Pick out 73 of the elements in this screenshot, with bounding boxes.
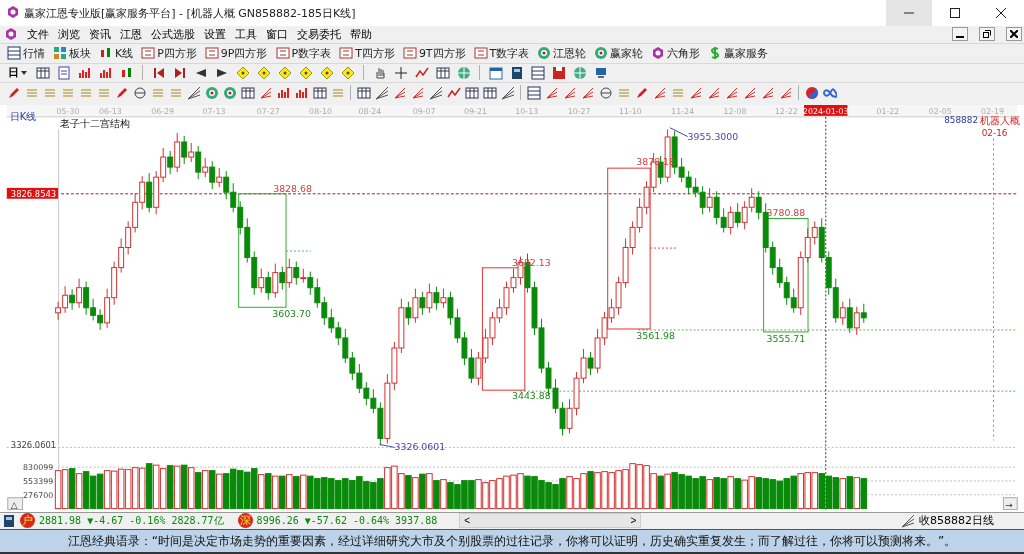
menu-item[interactable]: 工具 <box>235 26 257 42</box>
price-tag: 3826.8543 <box>6 187 59 199</box>
toolbar-button[interactable]: 板块 <box>52 45 92 61</box>
price-annotation: 3780.88 <box>766 206 806 218</box>
date-label: 08-24 <box>358 106 382 116</box>
menu-item[interactable]: 帮助 <box>350 26 372 42</box>
scrollbar[interactable]: < > <box>459 513 642 529</box>
stock-code: 858882 <box>944 114 979 125</box>
exchange-badge: 户 <box>20 513 35 529</box>
volume-axis-label: 276700 <box>23 490 54 500</box>
price-annotation: 3326.0601 <box>394 441 446 453</box>
price-annotation: 3828.68 <box>273 182 312 194</box>
date-label: 09-21 <box>464 106 487 116</box>
toolbar-button[interactable]: 赢家轮 <box>593 45 645 61</box>
status-text: 收858882日线 <box>919 513 994 529</box>
price-annotation: 3955.3000 <box>687 130 739 142</box>
menu-item[interactable]: 窗口 <box>266 26 288 42</box>
menu-item[interactable]: 文件 <box>27 26 49 42</box>
date-label: 06-13 <box>98 106 122 116</box>
window-title: 赢家江恩专业版[赢家服务平台] - [机器人概 GN858882-185日K线] <box>24 5 357 21</box>
marker-date: 02-16 <box>981 127 1008 138</box>
toolbar-button[interactable]: 赢家服务 <box>707 45 770 61</box>
scroll-right-button[interactable]: > <box>626 515 641 527</box>
date-label: 08-10 <box>309 106 332 116</box>
exchange-badge: 深 <box>237 513 253 529</box>
period-label: 日K线 <box>9 110 37 122</box>
menu-item[interactable]: 设置 <box>204 26 226 42</box>
y-tick-label: 3826.8543 <box>10 188 57 199</box>
date-label: 02-05 <box>928 106 952 116</box>
menu-item[interactable]: 江恩 <box>120 26 142 42</box>
stock-name: 机器人概 <box>979 114 1020 126</box>
date-label: 01-22 <box>876 106 900 116</box>
period-dropdown[interactable]: 日 <box>6 65 29 81</box>
price-annotation: 3603.70 <box>272 308 311 320</box>
index-quote: 8996.26 ▼-57.62 -0.64% 3937.88 <box>256 515 438 527</box>
menu-item[interactable]: 交易委托 <box>297 26 341 42</box>
price-annotation: 3443.88 <box>512 390 551 402</box>
axis-label: 3326.0601 <box>10 440 57 451</box>
date-label: 11-24 <box>671 106 695 116</box>
toolbar-button[interactable]: 江恩轮 <box>536 45 588 61</box>
date-label: 06-29 <box>151 106 175 116</box>
toolbar-button[interactable]: 9P四方形 <box>203 45 269 61</box>
index-quote: 2881.98 ▼-4.67 -0.16% 2828.77亿 <box>39 513 224 528</box>
toolbar-button[interactable]: T四方形 <box>338 45 396 61</box>
toolbar-button[interactable]: T数字表 <box>472 45 531 61</box>
volume-axis-label: 830099 <box>23 463 54 473</box>
price-annotation: 3561.98 <box>636 329 676 341</box>
date-label: 05-30 <box>56 106 80 116</box>
scroll-button[interactable]: → <box>1002 497 1018 511</box>
date-label: 11-10 <box>618 106 642 116</box>
date-label: 09-07 <box>412 106 436 116</box>
menu-item[interactable]: 公式选股 <box>151 26 195 42</box>
date-label: 07-27 <box>256 106 280 116</box>
menu-item[interactable]: 浏览 <box>58 26 80 42</box>
chart-title: 老子十二宫结构 <box>60 117 131 129</box>
menu-item[interactable]: 资讯 <box>89 26 111 42</box>
toolbar-button[interactable]: 六角形 <box>650 45 702 61</box>
date-label: 02-19 <box>981 106 1004 116</box>
toolbar-button[interactable]: P数字表 <box>274 45 333 61</box>
date-label: 07-13 <box>202 106 226 116</box>
date-label: 10-13 <box>515 106 539 116</box>
scroll-left-button[interactable]: < <box>460 515 475 527</box>
date-label: 12-22 <box>774 106 798 116</box>
date-label: 12-08 <box>723 106 747 116</box>
date-label: 10-27 <box>567 106 591 116</box>
toolbar-button[interactable]: P四方形 <box>140 45 198 61</box>
quote-text: 江恩经典语录：“时间是决定市场走势的重要因素，经过详细研究大市及个别股票的过往记录，你将可以证明，历史确实重复发生；而了解过往，你将可以预测将来。”。 <box>67 532 957 550</box>
toolbar-button[interactable]: 行情 <box>6 45 46 61</box>
volume-axis-label: 553399 <box>23 476 54 486</box>
toolbar-button[interactable]: 9T四方形 <box>401 45 467 61</box>
collapse-button[interactable]: △ <box>7 497 24 511</box>
price-annotation: 3555.71 <box>766 332 806 344</box>
toolbar-button[interactable]: K线 <box>98 45 135 61</box>
